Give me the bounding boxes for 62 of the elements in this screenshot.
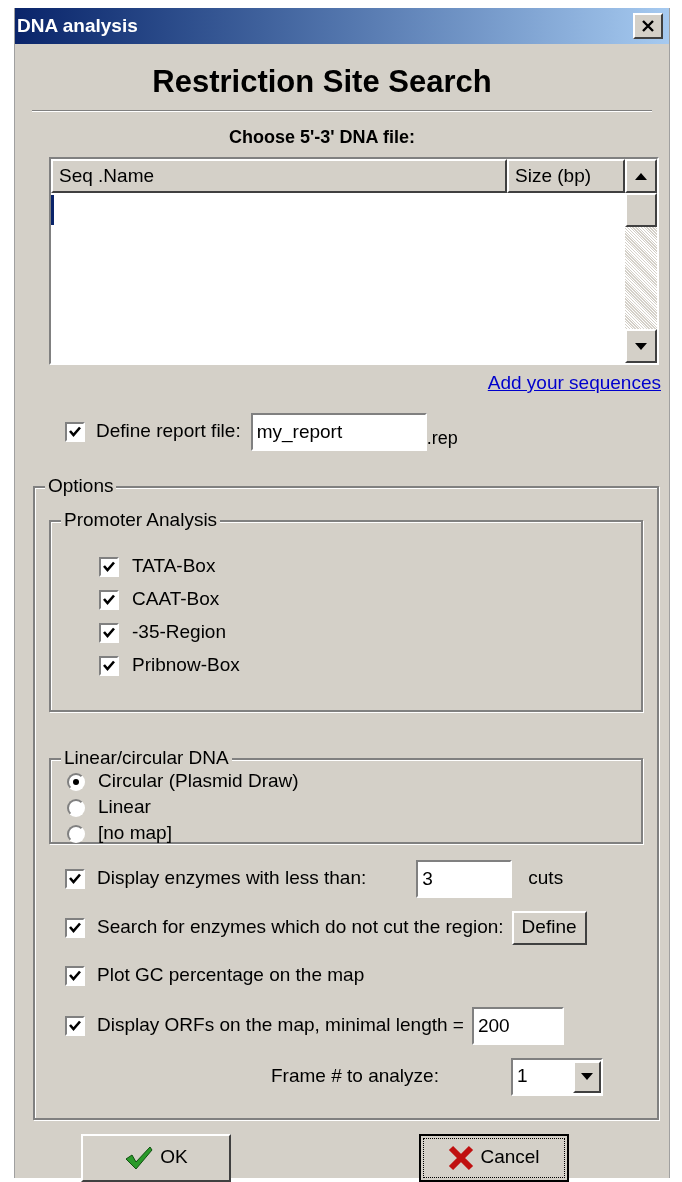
x-icon (448, 1144, 475, 1171)
scrollbar[interactable] (625, 159, 657, 363)
up-arrow-icon (635, 172, 647, 180)
ok-button[interactable]: OK (81, 1133, 231, 1182)
checkmark-icon (103, 594, 115, 605)
column-header[interactable]: Size (bp) (507, 159, 625, 193)
checkmark-icon (124, 1144, 155, 1171)
file-extension: .rep (426, 426, 458, 450)
radio-button[interactable] (67, 824, 85, 843)
option-label: -35-Region (132, 620, 226, 645)
checkmark-icon (69, 873, 81, 884)
window-title: DNA analysis (17, 13, 138, 38)
option-label: Search for enzymes which do not cut the region: (97, 915, 504, 940)
checkbox[interactable] (65, 917, 85, 938)
report-label: Define report file: (96, 419, 241, 444)
checkmark-icon (103, 660, 115, 671)
radio-label: [no map] (98, 821, 172, 846)
checkbox[interactable] (65, 421, 85, 442)
define-button[interactable]: Define (511, 910, 587, 945)
checkbox[interactable] (99, 589, 119, 610)
scroll-thumb[interactable] (625, 193, 657, 227)
checkmark-icon (69, 426, 81, 437)
radio-label: Linear (98, 795, 151, 820)
unit-label: cuts (528, 866, 564, 891)
scroll-down-button[interactable] (625, 329, 657, 363)
cut-count-field[interactable]: 3 (416, 859, 513, 898)
option-label: CAAT-Box (132, 587, 220, 612)
checkmark-icon (69, 970, 81, 981)
length-field[interactable]: 200 (471, 1006, 564, 1045)
frame-dropdown[interactable]: 1 (510, 1057, 603, 1096)
checkmark-icon (69, 1020, 81, 1031)
report-file-field[interactable]: my_report (250, 412, 427, 451)
checkbox[interactable] (99, 655, 119, 676)
radio-button[interactable] (67, 798, 85, 817)
dialog-heading: Restriction Site Search (152, 64, 493, 100)
option-label: Display enzymes with less than: (97, 866, 367, 891)
checkbox[interactable] (99, 622, 119, 643)
close-icon (641, 19, 655, 33)
down-arrow-icon (635, 342, 647, 350)
option-label: Display ORFs on the map, minimal length = (97, 1013, 464, 1038)
checkbox[interactable] (65, 965, 85, 986)
checkmark-icon (69, 922, 81, 933)
option-label: Pribnow-Box (132, 653, 240, 678)
checkbox[interactable] (65, 1015, 85, 1036)
sequence-list[interactable]: Seq .Name Size (bp) (49, 157, 659, 365)
cancel-button[interactable]: Cancel (419, 1133, 569, 1182)
radio-button[interactable] (67, 772, 85, 791)
checkmark-icon (103, 627, 115, 638)
checkbox[interactable] (99, 556, 119, 577)
checkbox[interactable] (65, 868, 85, 889)
option-label: Plot GC percentage on the map (97, 963, 365, 988)
radio-label: Circular (Plasmid Draw) (98, 769, 299, 794)
file-prompt: Choose 5'-3' DNA file: (229, 126, 416, 149)
scroll-up-button[interactable] (625, 159, 657, 193)
close-button[interactable] (633, 13, 663, 39)
add-sequences-link[interactable]: Add your sequences (487, 369, 661, 398)
checkmark-icon (103, 561, 115, 572)
dropdown-arrow-icon (580, 1073, 593, 1080)
option-label: TATA-Box (132, 554, 216, 579)
column-header[interactable]: Seq .Name (51, 159, 507, 193)
text-cursor (51, 195, 54, 225)
frame-label: Frame # to analyze: (271, 1064, 439, 1089)
